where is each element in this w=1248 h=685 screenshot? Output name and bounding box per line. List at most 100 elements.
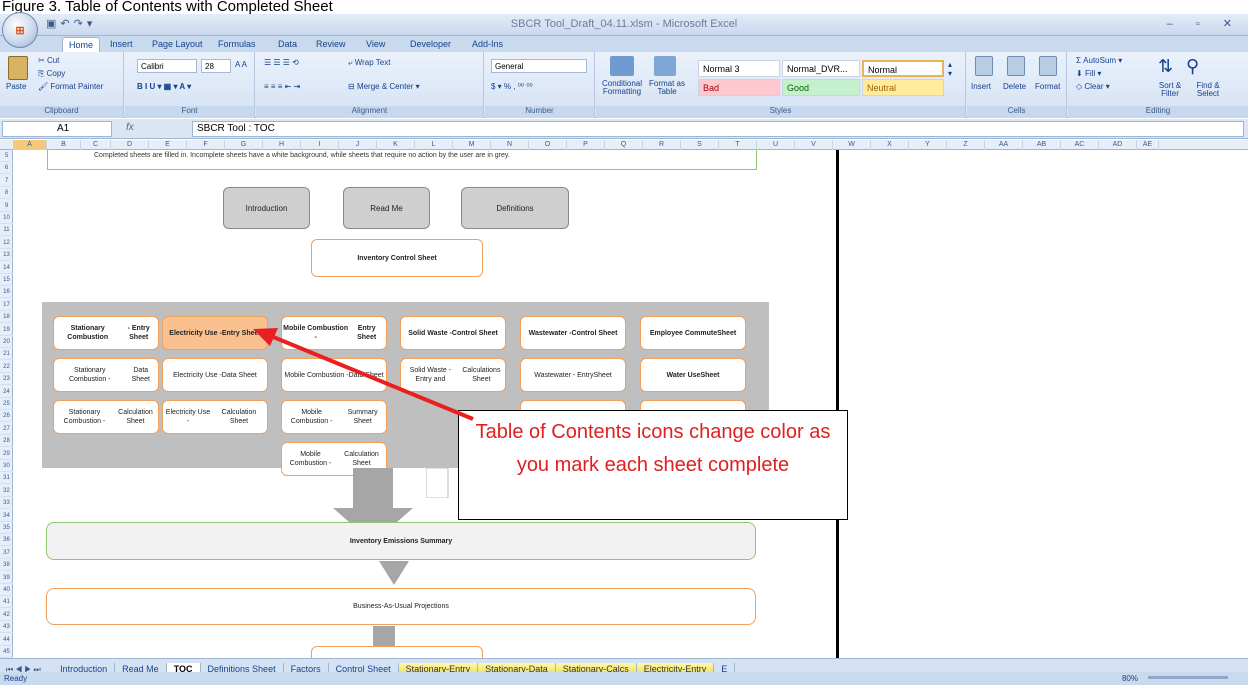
zoom-level[interactable]: 80%: [1122, 672, 1138, 685]
column-header-v[interactable]: V: [795, 140, 833, 150]
sort-filter-icon[interactable]: ⇅: [1158, 56, 1173, 77]
style-good[interactable]: Good: [782, 79, 860, 96]
tab-developer[interactable]: Developer: [404, 37, 457, 52]
column-header-x[interactable]: X: [871, 140, 909, 150]
column-header-o[interactable]: O: [529, 140, 567, 150]
sheet-tab-read-me[interactable]: Read Me: [115, 663, 167, 672]
row-header-11[interactable]: 11: [0, 224, 13, 237]
row-header-33[interactable]: 33: [0, 497, 13, 510]
find-select-button[interactable]: Find & Select: [1190, 82, 1226, 98]
insert-button[interactable]: Insert: [971, 82, 991, 91]
name-box[interactable]: A1: [2, 121, 112, 137]
column-header-n[interactable]: N: [491, 140, 529, 150]
column-header-ac[interactable]: AC: [1061, 140, 1099, 150]
clear-button[interactable]: ◇ Clear ▾: [1076, 82, 1110, 91]
introduction-button[interactable]: Introduction: [223, 187, 310, 229]
font-size-select[interactable]: 28: [201, 59, 231, 73]
column-header-l[interactable]: L: [415, 140, 453, 150]
toc-button-0[interactable]: Stationary Combustion - Entry Sheet: [53, 316, 159, 350]
conditional-formatting-icon[interactable]: [610, 56, 634, 76]
row-header-37[interactable]: 37: [0, 547, 13, 559]
row-header-16[interactable]: 16: [0, 286, 13, 299]
toc-button-4[interactable]: Wastewater - Control Sheet: [520, 316, 626, 350]
row-header-5[interactable]: 5: [0, 150, 13, 162]
row-header-27[interactable]: 27: [0, 423, 13, 435]
column-header-r[interactable]: R: [643, 140, 681, 150]
row-header-13[interactable]: 13: [0, 249, 13, 262]
fx-icon[interactable]: fx: [126, 122, 134, 133]
delete-cells-icon[interactable]: [1007, 56, 1025, 76]
row-header-41[interactable]: 41: [0, 596, 13, 609]
row-header-12[interactable]: 12: [0, 237, 13, 249]
column-header-h[interactable]: H: [263, 140, 301, 150]
next-sheet-button[interactable]: [311, 646, 483, 658]
row-header-15[interactable]: 15: [0, 274, 13, 286]
format-as-table-icon[interactable]: [654, 56, 676, 76]
column-header-aa[interactable]: AA: [985, 140, 1023, 150]
row-header-29[interactable]: 29: [0, 448, 13, 460]
column-header-y[interactable]: Y: [909, 140, 947, 150]
worksheet-grid[interactable]: Completed sheets are filled in. Incomple…: [13, 150, 1248, 658]
conditional-formatting-button[interactable]: Conditional Formatting: [600, 80, 644, 96]
style-normal-3[interactable]: Normal 3: [698, 60, 780, 77]
column-header-e[interactable]: E: [149, 140, 187, 150]
insert-cells-icon[interactable]: [975, 56, 993, 76]
row-header-21[interactable]: 21: [0, 348, 13, 361]
column-header-f[interactable]: F: [187, 140, 225, 150]
toc-button-11[interactable]: Water Use Sheet: [640, 358, 746, 392]
definitions-button[interactable]: Definitions: [461, 187, 569, 229]
row-header-14[interactable]: 14: [0, 262, 13, 274]
row-header-24[interactable]: 24: [0, 386, 13, 398]
sheet-tab-stationary-entry[interactable]: Stationary-Entry: [398, 663, 479, 672]
column-header-a[interactable]: A: [13, 140, 47, 150]
zoom-slider[interactable]: [1148, 676, 1228, 679]
sheet-tab-control-sheet[interactable]: Control Sheet: [329, 663, 399, 672]
column-header-p[interactable]: P: [567, 140, 605, 150]
format-cells-icon[interactable]: [1039, 56, 1057, 76]
sheet-tab-factors[interactable]: Factors: [284, 663, 329, 672]
row-header-39[interactable]: 39: [0, 572, 13, 584]
style-normal[interactable]: Normal: [862, 60, 944, 77]
merge-center-button[interactable]: ⊟ Merge & Center ▾: [348, 82, 420, 91]
tab-data[interactable]: Data: [272, 37, 303, 52]
format-button[interactable]: Format: [1035, 82, 1060, 91]
align-center-icons[interactable]: ≡ ≡ ≡ ⇤ ⇥: [264, 82, 300, 91]
copy-button[interactable]: ⎘ Copy: [38, 69, 65, 79]
row-header-8[interactable]: 8: [0, 187, 13, 200]
column-header-ae[interactable]: AE: [1137, 140, 1159, 150]
font-name-select[interactable]: Calibri: [137, 59, 197, 73]
column-header-u[interactable]: U: [757, 140, 795, 150]
format-as-table-button[interactable]: Format as Table: [646, 80, 688, 96]
paste-button[interactable]: Paste: [6, 82, 26, 91]
row-header-34[interactable]: 34: [0, 510, 13, 522]
sheet-tab-definitions-sheet[interactable]: Definitions Sheet: [201, 663, 284, 672]
row-header-38[interactable]: 38: [0, 559, 13, 572]
cut-button[interactable]: ✂ Cut: [38, 56, 59, 65]
sort-filter-button[interactable]: Sort & Filter: [1150, 82, 1190, 98]
tab-view[interactable]: View: [360, 37, 391, 52]
column-header-ab[interactable]: AB: [1023, 140, 1061, 150]
row-header-35[interactable]: 35: [0, 522, 13, 534]
grow-font-icon[interactable]: A A: [235, 60, 247, 69]
row-header-40[interactable]: 40: [0, 584, 13, 596]
column-header-q[interactable]: Q: [605, 140, 643, 150]
sheet-tab-introduction[interactable]: Introduction: [53, 663, 116, 672]
tab-page-layout[interactable]: Page Layout: [146, 37, 209, 52]
sheet-tab-electricity-entry[interactable]: Electricity-Entry: [636, 663, 715, 672]
paste-icon[interactable]: [8, 56, 28, 80]
toc-button-12[interactable]: Stationary Combustion - Calculation Sheet: [53, 400, 159, 434]
row-header-17[interactable]: 17: [0, 299, 13, 311]
read-me-button[interactable]: Read Me: [343, 187, 430, 229]
row-header-42[interactable]: 42: [0, 609, 13, 621]
office-button[interactable]: ⊞: [2, 12, 38, 48]
sheet-nav-icons[interactable]: ⏮◀▶⏭: [0, 665, 49, 672]
number-format-icons[interactable]: $ ▾ % , ⁰⁰ ⁰⁰: [491, 82, 533, 91]
business-as-usual-projections-button[interactable]: Business-As-Usual Projections: [46, 588, 756, 625]
inventory-emissions-summary-button[interactable]: Inventory Emissions Summary: [46, 522, 756, 560]
sheet-tab-stationary-calcs[interactable]: Stationary-Calcs: [555, 663, 637, 672]
row-header-44[interactable]: 44: [0, 634, 13, 646]
toc-button-10[interactable]: Wastewater - Entry Sheet: [520, 358, 626, 392]
row-header-32[interactable]: 32: [0, 485, 13, 497]
column-header-b[interactable]: B: [47, 140, 81, 150]
column-header-g[interactable]: G: [225, 140, 263, 150]
